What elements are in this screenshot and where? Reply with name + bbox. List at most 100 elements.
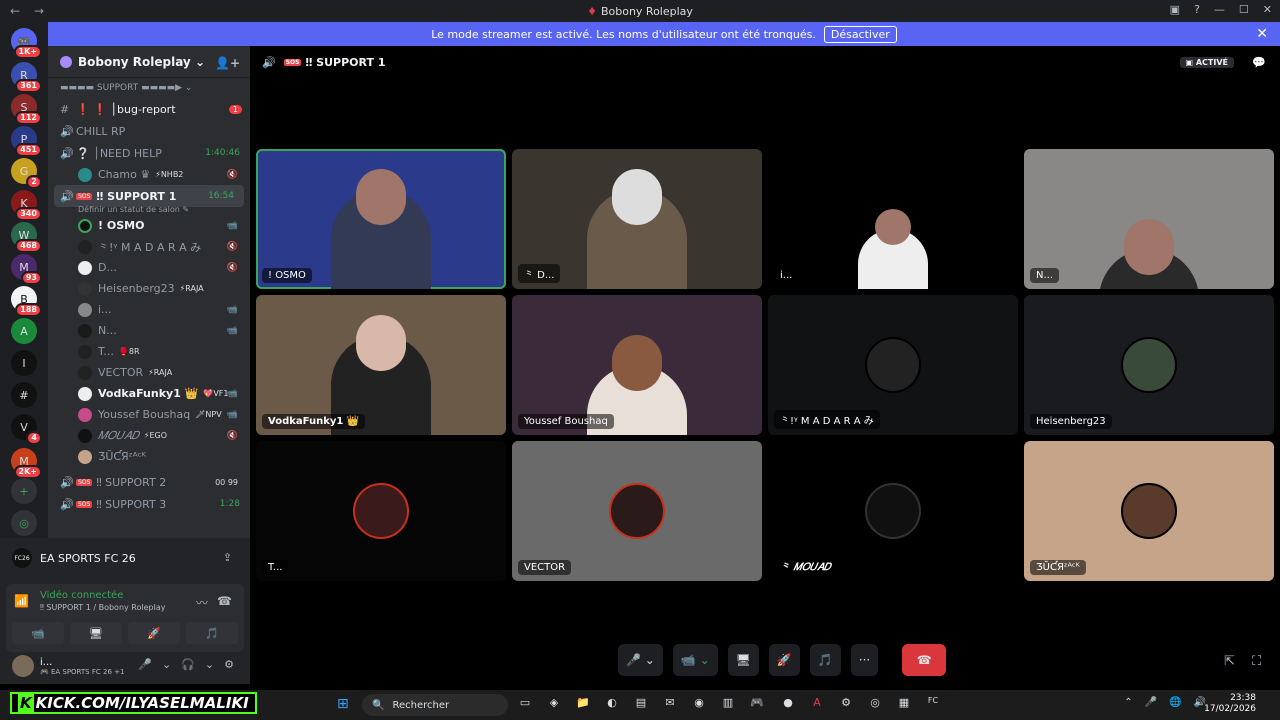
clock[interactable]: 23:38 17/02/2026 xyxy=(1204,693,1256,715)
server-icon[interactable]: R 361 xyxy=(11,62,42,93)
avatar-tile[interactable]: VECTOR xyxy=(512,441,762,581)
soundboard-button[interactable]: 🎵 xyxy=(186,622,238,644)
microphone-button[interactable]: 🎤 ⌄ xyxy=(618,644,663,676)
chevron-down-icon[interactable]: ⌄ xyxy=(162,658,171,671)
popout-icon[interactable]: ⇱ xyxy=(1224,654,1235,669)
screen-share-button[interactable]: 🖥 xyxy=(70,622,122,644)
soundboard-button[interactable]: 🎵 xyxy=(809,644,841,676)
help-icon[interactable]: ? xyxy=(1194,3,1200,16)
channel-need-help[interactable]: 🔊 ❔ │NEED HELP 1:40:46 xyxy=(48,142,250,164)
voice-user[interactable]: Heisenberg23 ⚡RAJA xyxy=(48,278,250,299)
voice-user[interactable]: 𝑀𝑂𝑈𝐴𝐷 ⚡EGO 🔇 xyxy=(48,425,250,446)
microphone-icon[interactable]: 🎤 xyxy=(138,658,152,671)
server-icon[interactable]: V4 xyxy=(11,414,42,445)
channel-support-2[interactable]: 🔊 SOS ‼ SUPPORT 2 00 99 xyxy=(48,471,250,493)
noise-suppression-icon[interactable]: 〰 xyxy=(196,594,208,611)
windows-start-icon[interactable]: ⊞ xyxy=(337,696,353,712)
invite-icon[interactable]: 👤+ xyxy=(215,56,240,70)
app-icon[interactable]: ▥ xyxy=(719,696,737,712)
minimize-button[interactable]: — xyxy=(1214,3,1225,16)
avatar-tile[interactable]: ƷŬƇЯᶻᴬᶜᴷ xyxy=(1024,441,1274,581)
close-banner-icon[interactable]: ✕ xyxy=(1256,26,1268,42)
voice-user[interactable]: Youssef Boushaq 🗡NPV 📹 xyxy=(48,404,250,425)
tray-expand-icon[interactable]: ⌃ xyxy=(1124,697,1132,708)
voice-user[interactable]: Chamo ♛ ⚡NHB2 🔇 xyxy=(48,164,250,185)
channel-bug-report[interactable]: # ❗ ❗ │bug-report 1 xyxy=(48,98,250,120)
activity-status[interactable]: FC26 EA SPORTS FC 26 ⇪ xyxy=(0,538,250,578)
video-tile[interactable]: VodkaFunky1 👑 xyxy=(256,295,506,435)
leave-call-button[interactable]: ☎ xyxy=(902,644,947,676)
app-icon[interactable]: A xyxy=(808,696,826,712)
server-icon[interactable]: M 93 xyxy=(11,254,42,285)
fc26-icon[interactable]: FC xyxy=(924,696,942,712)
camera-button[interactable]: 📹 ⌄ xyxy=(672,644,718,676)
active-badge[interactable]: ▣ ACTIVÉ xyxy=(1179,56,1234,68)
chevron-down-icon[interactable]: ⌄ xyxy=(205,658,214,671)
server-icon[interactable]: B 188 xyxy=(11,286,42,317)
server-icon[interactable]: A xyxy=(11,318,37,344)
video-tile[interactable]: Youssef Boushaq xyxy=(512,295,762,435)
add-server-icon[interactable]: + xyxy=(11,478,37,504)
taskbar-search[interactable]: 🔍 Rechercher xyxy=(362,694,508,716)
mail-icon[interactable]: ✉ xyxy=(661,696,679,712)
close-button[interactable]: ✕ xyxy=(1263,3,1272,16)
voice-user[interactable]: ƷŬƇЯᶻᴬᶜᴷ xyxy=(48,446,250,467)
server-icon[interactable]: I xyxy=(11,350,37,376)
avatar[interactable] xyxy=(12,655,34,677)
edge-icon[interactable]: ◐ xyxy=(603,696,621,712)
discord-icon[interactable]: ● xyxy=(779,696,797,712)
app-icon[interactable]: ◎ xyxy=(866,696,884,712)
gear-icon[interactable]: ⚙ xyxy=(224,658,234,671)
server-icon[interactable]: K 340 xyxy=(11,190,42,221)
more-options-button[interactable]: ··· xyxy=(850,644,879,676)
fullscreen-icon[interactable]: ⛶ xyxy=(1252,654,1261,669)
server-icon[interactable]: W 468 xyxy=(11,222,42,253)
channel-status[interactable]: Définir un statut de salon ✎ xyxy=(48,203,250,215)
voice-user[interactable]: ⺀!ᵞ M A D A R A み 🔇 xyxy=(48,236,250,257)
file-explorer-icon[interactable]: 📁 xyxy=(574,696,592,712)
server-icon[interactable]: S 112 xyxy=(11,94,42,125)
network-icon[interactable]: 🌐 xyxy=(1169,697,1181,708)
activity-button[interactable]: 🚀 xyxy=(768,644,800,676)
app-icon[interactable]: ⚙ xyxy=(837,696,855,712)
disable-streamer-button[interactable]: Désactiver xyxy=(823,25,897,43)
signal-icon[interactable]: 📶 xyxy=(14,594,29,608)
avatar-tile[interactable]: T... xyxy=(256,441,506,581)
explore-icon[interactable]: ◎ xyxy=(11,510,37,536)
store-icon[interactable]: ▤ xyxy=(632,696,650,712)
stream-game-icon[interactable]: ⇪ xyxy=(223,551,232,564)
voice-user[interactable]: ! OSMO 📹 xyxy=(48,215,250,236)
category-support[interactable]: ▬▬▬▬ SUPPORT ▬▬▬▬▶ ⌄ xyxy=(48,78,250,98)
headphones-icon[interactable]: 🎧 xyxy=(181,658,195,671)
video-tile[interactable]: i... xyxy=(768,149,1018,289)
server-icon[interactable]: G2 xyxy=(11,158,42,189)
game-launcher-icon[interactable]: 🎮 xyxy=(748,696,766,712)
app-icon[interactable]: ▦ xyxy=(895,696,913,712)
disconnect-icon[interactable]: ☎ xyxy=(217,594,232,608)
voice-user[interactable]: D... 🔇 xyxy=(48,257,250,278)
voice-user[interactable]: i... 📹 xyxy=(48,299,250,320)
avatar-tile[interactable]: ⺀!ᵞ M A D A R A み xyxy=(768,295,1018,435)
screen-share-button[interactable]: 🖥 xyxy=(727,644,759,676)
video-tile[interactable]: ! OSMO xyxy=(256,149,506,289)
maximize-button[interactable]: ☐ xyxy=(1239,3,1249,16)
user-name[interactable]: i... xyxy=(40,657,124,668)
chrome-icon[interactable]: ◉ xyxy=(690,696,708,712)
copilot-icon[interactable]: ◈ xyxy=(545,696,563,712)
server-icon[interactable]: P 451 xyxy=(11,126,42,157)
video-tile[interactable]: N... xyxy=(1024,149,1274,289)
channel-chill-rp[interactable]: 🔊 CHILL RP xyxy=(48,120,250,142)
inbox-icon[interactable]: ▣ xyxy=(1170,3,1180,16)
server-icon[interactable]: M 2K+ xyxy=(11,448,42,479)
voice-user[interactable]: T... 🥊8R xyxy=(48,341,250,362)
voice-user[interactable]: VodkaFunky1 👑 💖VF1 📹 xyxy=(48,383,250,404)
avatar-tile[interactable]: Heisenberg23 xyxy=(1024,295,1274,435)
server-icon-home[interactable]: 🎮 1K+ xyxy=(11,28,42,59)
voice-user[interactable]: N... 📹 xyxy=(48,320,250,341)
task-view-icon[interactable]: ▭ xyxy=(516,696,534,712)
camera-button[interactable]: 📹 xyxy=(12,622,64,644)
server-icon[interactable]: # xyxy=(11,382,37,408)
video-tile[interactable]: ⺀ D... xyxy=(512,149,762,289)
channel-support-3[interactable]: 🔊 SOS ‼ SUPPORT 3 1:28 xyxy=(48,493,250,515)
chat-icon[interactable]: 💬 xyxy=(1252,56,1266,69)
